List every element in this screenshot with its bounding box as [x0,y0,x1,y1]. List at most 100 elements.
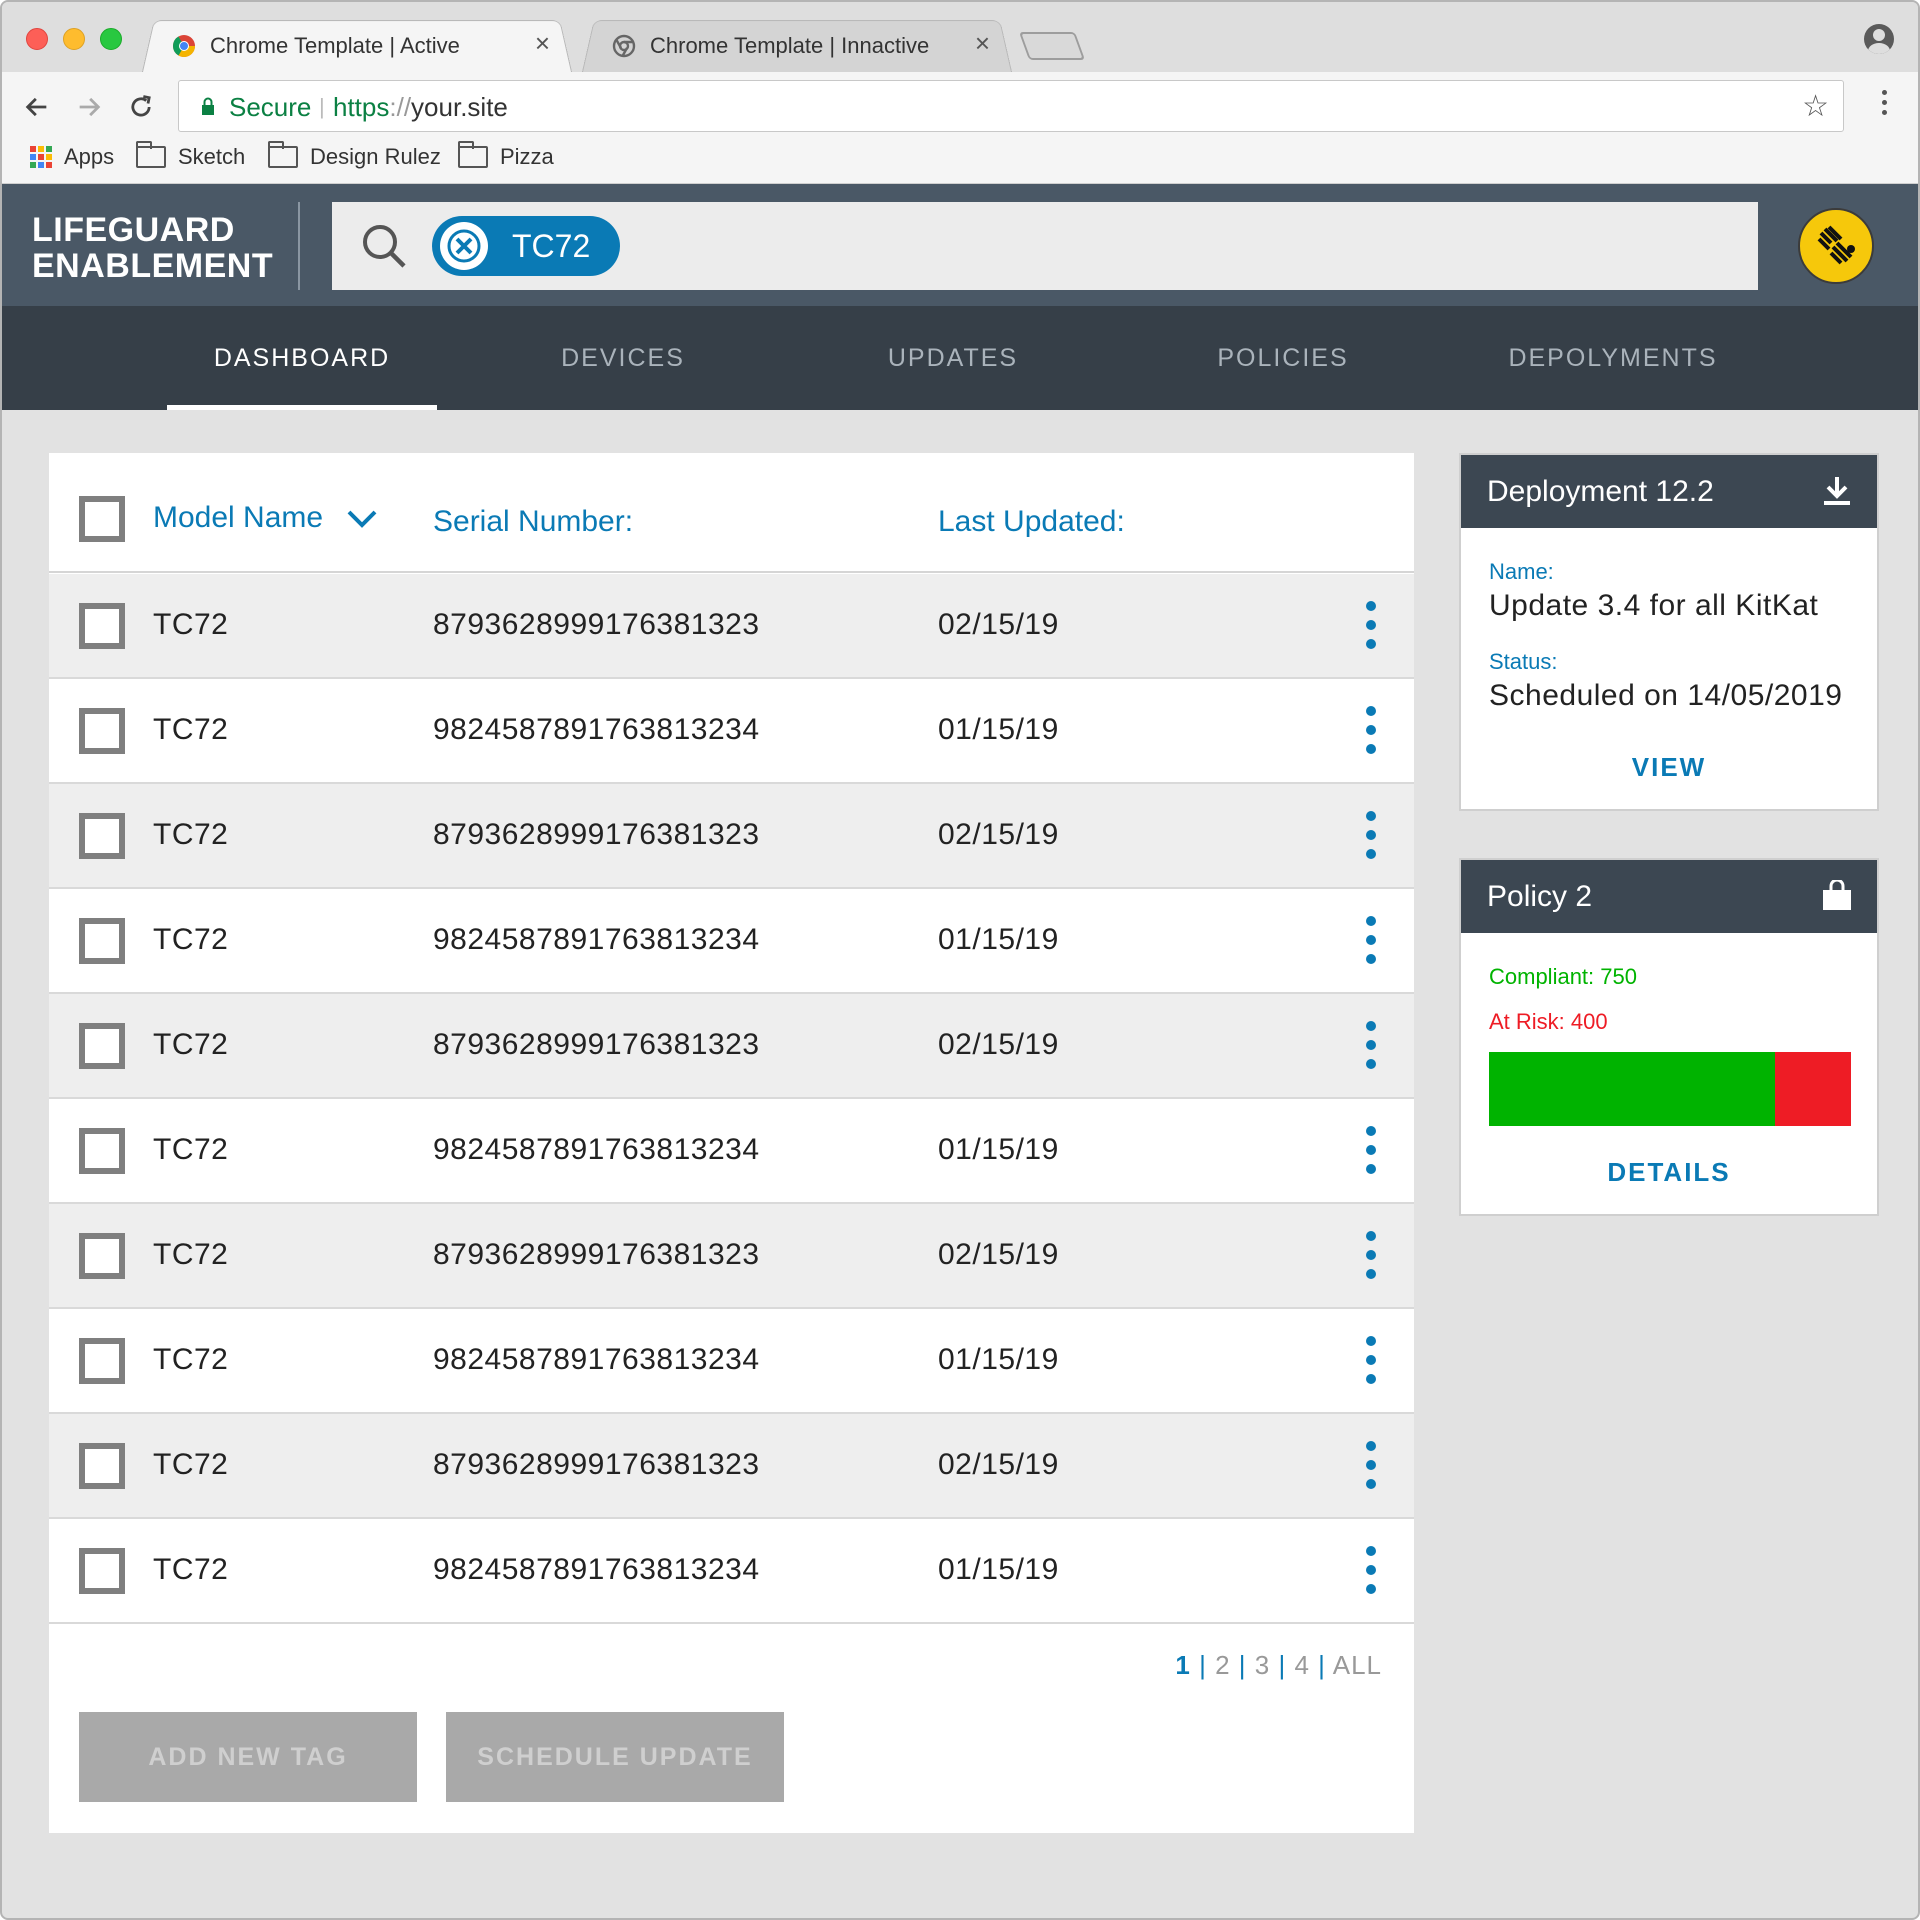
search-icon[interactable] [360,222,408,270]
row-checkbox[interactable] [79,1548,125,1594]
cell-model: TC72 [153,713,229,746]
row-checkbox[interactable] [79,813,125,859]
window-minimize-button[interactable] [63,28,85,50]
cell-model: TC72 [153,608,229,641]
row-checkbox[interactable] [79,1338,125,1384]
page-1-link[interactable]: 1 [1175,1650,1190,1680]
bookmark-label: Sketch [178,144,246,169]
cell-model: TC72 [153,1133,229,1166]
row-checkbox[interactable] [79,1443,125,1489]
new-tab-button[interactable] [1018,32,1086,60]
add-new-tag-button[interactable]: ADD NEW TAG [79,1712,417,1802]
table-row[interactable]: TC72 8793628999176381323 02/15/19 [49,784,1414,889]
row-checkbox[interactable] [79,1128,125,1174]
deployment-card: Deployment 12.2 Name: Update 3.4 for all… [1459,453,1879,811]
schedule-update-button[interactable]: SCHEDULE UPDATE [446,1712,784,1802]
page-all-link[interactable]: ALL [1333,1650,1382,1680]
tab-devices[interactable]: DEVICES [492,306,754,410]
star-icon[interactable]: ☆ [1802,89,1829,124]
profile-icon[interactable] [1864,24,1894,54]
bookmark-pizza[interactable]: Pizza [458,141,554,170]
bookmark-apps[interactable]: Apps [30,144,114,170]
table-row[interactable]: TC72 9824587891763813234 01/15/19 [49,1099,1414,1204]
brand-line-1: LIFEGUARD [32,211,235,249]
cell-updated: 01/15/19 [938,1133,1059,1166]
table-row[interactable]: TC72 8793628999176381323 02/15/19 [49,1204,1414,1309]
back-icon[interactable] [20,90,54,124]
more-vert-icon[interactable] [1366,1546,1376,1603]
more-vert-icon[interactable] [1366,1336,1376,1393]
row-checkbox[interactable] [79,1023,125,1069]
chevron-down-icon[interactable] [345,507,379,531]
row-checkbox[interactable] [79,708,125,754]
window-zoom-button[interactable] [100,28,122,50]
window-close-button[interactable] [26,28,48,50]
folder-icon [268,141,298,168]
table-row[interactable]: TC72 9824587891763813234 01/15/19 [49,679,1414,784]
compliance-bar [1489,1052,1851,1126]
deployment-status: Scheduled on 14/05/2019 [1489,679,1843,712]
cell-serial: 9824587891763813234 [433,1343,760,1376]
table-row[interactable]: TC72 9824587891763813234 01/15/19 [49,1309,1414,1414]
more-vert-icon[interactable] [1366,601,1376,658]
cell-serial: 9824587891763813234 [433,923,760,956]
bag-icon[interactable] [1821,880,1853,912]
column-serial-number[interactable]: Serial Number: [433,505,633,539]
forward-icon[interactable] [72,90,106,124]
download-icon[interactable] [1821,475,1853,507]
menu-icon[interactable] [1882,90,1888,120]
more-vert-icon[interactable] [1366,1231,1376,1288]
brand-logo[interactable]: LIFEGUARD ENABLEMENT [32,212,273,284]
chrome-icon [612,34,636,58]
clear-chip-icon[interactable] [440,222,488,270]
search-bar[interactable]: TC72 [332,202,1758,290]
apps-icon [30,146,52,168]
tab-updates[interactable]: UPDATES [822,306,1084,410]
page-3-link[interactable]: 3 [1255,1650,1270,1680]
close-icon[interactable]: × [535,30,550,56]
cell-updated: 02/15/19 [938,1448,1059,1481]
table-row[interactable]: TC72 8793628999176381323 02/15/19 [49,994,1414,1099]
column-last-updated[interactable]: Last Updated: [938,505,1125,539]
table-row[interactable]: TC72 8793628999176381323 02/15/19 [49,574,1414,679]
more-vert-icon[interactable] [1366,811,1376,868]
url-separator: | [319,94,325,119]
table-row[interactable]: TC72 8793628999176381323 02/15/19 [49,1414,1414,1519]
row-checkbox[interactable] [79,603,125,649]
tab-inactive[interactable]: Chrome Template | Innactive × [582,16,1012,72]
card-title: Deployment 12.2 [1487,475,1714,508]
deployment-name: Update 3.4 for all KitKat [1489,589,1819,622]
more-vert-icon[interactable] [1366,1021,1376,1078]
page-2-link[interactable]: 2 [1215,1650,1230,1680]
tab-policies[interactable]: POLICIES [1152,306,1414,410]
view-link[interactable]: VIEW [1461,752,1877,783]
tab-deployments[interactable]: DEPOLYMENTS [1482,306,1744,410]
table-row[interactable]: TC72 9824587891763813234 01/15/19 [49,1519,1414,1624]
more-vert-icon[interactable] [1366,1441,1376,1498]
search-filter-chip[interactable]: TC72 [432,216,620,276]
bookmark-sketch[interactable]: Sketch [136,141,246,170]
row-checkbox[interactable] [79,1233,125,1279]
cell-model: TC72 [153,1028,229,1061]
table-row[interactable]: TC72 9824587891763813234 01/15/19 [49,889,1414,994]
page-4-link[interactable]: 4 [1294,1650,1309,1680]
details-link[interactable]: DETAILS [1461,1157,1877,1188]
cell-updated: 02/15/19 [938,1238,1059,1271]
more-vert-icon[interactable] [1366,916,1376,973]
cell-updated: 02/15/19 [938,608,1059,641]
row-checkbox[interactable] [79,918,125,964]
more-vert-icon[interactable] [1366,706,1376,763]
chrome-icon [173,35,195,57]
column-model-name[interactable]: Model Name [153,501,379,535]
zebra-logo-icon[interactable] [1798,208,1874,284]
tab-dashboard[interactable]: DASHBOARD [167,306,437,410]
more-vert-icon[interactable] [1366,1126,1376,1183]
tab-active[interactable]: Chrome Template | Active × [142,16,572,72]
reload-icon[interactable] [124,90,158,124]
address-bar[interactable]: Secure | https://your.site ☆ [178,80,1844,132]
bookmark-label: Design Rulez [310,144,441,169]
close-icon[interactable]: × [975,30,990,56]
column-label: Model Name [153,501,324,534]
select-all-checkbox[interactable] [79,496,125,542]
bookmark-design-rulez[interactable]: Design Rulez [268,141,441,170]
